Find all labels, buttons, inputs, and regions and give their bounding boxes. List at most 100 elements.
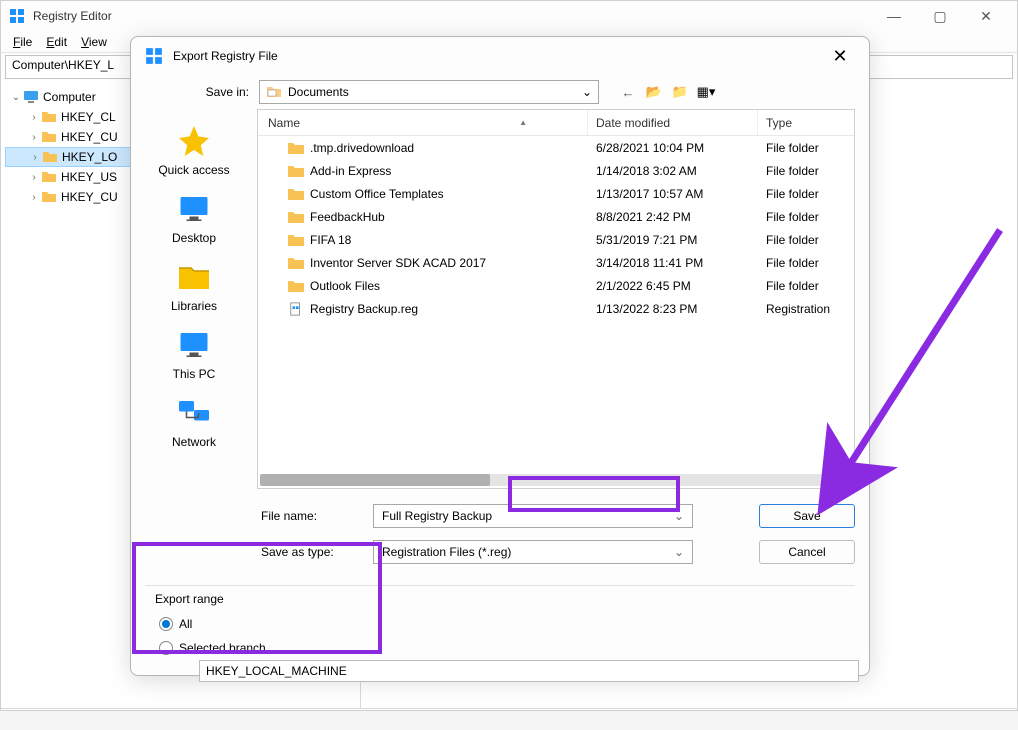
folder-icon: [41, 109, 57, 125]
file-row[interactable]: Inventor Server SDK ACAD 2017 3/14/2018 …: [258, 251, 854, 274]
radio-all-label: All: [179, 617, 192, 631]
back-icon[interactable]: ←: [619, 83, 637, 101]
file-type: File folder: [758, 210, 854, 224]
place-label: Libraries: [171, 299, 217, 313]
menu-file[interactable]: File: [7, 33, 38, 51]
chevron-down-icon: ⌄: [674, 509, 684, 523]
reg-file-icon: [288, 302, 304, 316]
horizontal-scrollbar[interactable]: [260, 474, 852, 486]
expand-icon[interactable]: ›: [27, 192, 41, 203]
folder-icon: [288, 141, 304, 155]
menu-view[interactable]: View: [75, 33, 113, 51]
save-as-type-value: Registration Files (*.reg): [382, 545, 511, 559]
expand-icon[interactable]: ›: [27, 112, 41, 123]
file-row[interactable]: Add-in Express 1/14/2018 3:02 AM File fo…: [258, 159, 854, 182]
cancel-button[interactable]: Cancel: [759, 540, 855, 564]
folder-icon: [288, 164, 304, 178]
maximize-button[interactable]: ▢: [917, 1, 963, 31]
file-row[interactable]: Registry Backup.reg 1/13/2022 8:23 PM Re…: [258, 297, 854, 320]
dialog-titlebar: Export Registry File ✕: [131, 37, 869, 75]
radio-selected-label: Selected branch: [179, 641, 266, 655]
file-row[interactable]: .tmp.drivedownload 6/28/2021 10:04 PM Fi…: [258, 136, 854, 159]
dialog-title: Export Registry File: [173, 49, 825, 63]
folder-icon: [41, 189, 57, 205]
scroll-thumb[interactable]: [260, 474, 490, 486]
export-range-group: Export range All Selected branch HKEY_LO…: [145, 585, 855, 692]
file-name-value: Full Registry Backup: [382, 509, 492, 523]
file-date: 1/14/2018 3:02 AM: [588, 164, 758, 178]
tree-item-label: HKEY_LO: [62, 150, 117, 164]
expand-icon[interactable]: ⌄: [9, 92, 23, 103]
tree-item-label: HKEY_CU: [61, 130, 118, 144]
file-row[interactable]: FIFA 18 5/31/2019 7:21 PM File folder: [258, 228, 854, 251]
place-label: Quick access: [158, 163, 229, 177]
file-type: File folder: [758, 164, 854, 178]
menu-edit[interactable]: Edit: [40, 33, 73, 51]
documents-folder-icon: [266, 84, 282, 100]
file-name: FIFA 18: [310, 233, 351, 247]
expand-icon[interactable]: ›: [27, 172, 41, 183]
file-type: Registration: [758, 302, 854, 316]
desktop-icon: [176, 191, 212, 227]
radio-all[interactable]: All: [155, 612, 845, 636]
pc-icon: [176, 327, 212, 363]
file-type: File folder: [758, 187, 854, 201]
view-menu-icon[interactable]: ▦▾: [697, 83, 715, 101]
save-in-combo[interactable]: Documents ⌄: [259, 80, 599, 104]
file-date: 8/8/2021 2:42 PM: [588, 210, 758, 224]
expand-icon[interactable]: ›: [27, 132, 41, 143]
save-as-type-combo[interactable]: Registration Files (*.reg) ⌄: [373, 540, 693, 564]
file-list[interactable]: Name▲ Date modified Type .tmp.drivedownl…: [257, 109, 855, 489]
radio-icon: [159, 617, 173, 631]
file-name: Inventor Server SDK ACAD 2017: [310, 256, 486, 270]
radio-selected-branch[interactable]: Selected branch: [155, 636, 845, 660]
export-dialog: Export Registry File ✕ Save in: Document…: [130, 36, 870, 676]
new-folder-icon[interactable]: 📁: [671, 83, 689, 101]
file-name-input[interactable]: Full Registry Backup ⌄: [373, 504, 693, 528]
file-date: 5/31/2019 7:21 PM: [588, 233, 758, 247]
place-quick-access[interactable]: Quick access: [158, 123, 229, 177]
dialog-close-button[interactable]: ✕: [825, 41, 855, 71]
place-desktop[interactable]: Desktop: [172, 191, 216, 245]
file-list-header[interactable]: Name▲ Date modified Type: [258, 110, 854, 136]
file-type: File folder: [758, 141, 854, 155]
column-type[interactable]: Type: [758, 110, 854, 135]
branch-value: HKEY_LOCAL_MACHINE: [206, 664, 347, 678]
file-type: File folder: [758, 256, 854, 270]
close-button[interactable]: ✕: [963, 1, 1009, 31]
computer-icon: [23, 89, 39, 105]
expand-icon[interactable]: ›: [28, 152, 42, 163]
file-name: Add-in Express: [310, 164, 391, 178]
folder-icon: [288, 187, 304, 201]
file-row[interactable]: FeedbackHub 8/8/2021 2:42 PM File folder: [258, 205, 854, 228]
export-range-label: Export range: [155, 592, 845, 612]
folder-icon: [288, 279, 304, 293]
folder-icon: [42, 149, 58, 165]
save-in-label: Save in:: [145, 85, 249, 99]
place-label: Network: [172, 435, 216, 449]
place-network[interactable]: Network: [172, 395, 216, 449]
radio-icon: [159, 641, 173, 655]
chevron-down-icon: ⌄: [582, 85, 592, 99]
branch-input[interactable]: HKEY_LOCAL_MACHINE: [199, 660, 859, 682]
file-name-label: File name:: [261, 509, 361, 523]
column-name[interactable]: Name▲: [258, 110, 588, 135]
tree-item-label: HKEY_CL: [61, 110, 116, 124]
file-name: FeedbackHub: [310, 210, 385, 224]
folder-icon: [288, 256, 304, 270]
libraries-icon: [176, 259, 212, 295]
column-date[interactable]: Date modified: [588, 110, 758, 135]
place-this-pc[interactable]: This PC: [173, 327, 216, 381]
place-libraries[interactable]: Libraries: [171, 259, 217, 313]
tree-item-label: HKEY_US: [61, 170, 117, 184]
folder-icon: [41, 169, 57, 185]
save-button[interactable]: Save: [759, 504, 855, 528]
file-row[interactable]: Outlook Files 2/1/2022 6:45 PM File fold…: [258, 274, 854, 297]
folder-icon: [41, 129, 57, 145]
minimize-button[interactable]: —: [871, 1, 917, 31]
regedit-icon: [9, 8, 25, 24]
file-row[interactable]: Custom Office Templates 1/13/2017 10:57 …: [258, 182, 854, 205]
dialog-icon: [145, 47, 163, 65]
save-in-value: Documents: [288, 85, 349, 99]
up-level-icon[interactable]: 📂: [645, 83, 663, 101]
